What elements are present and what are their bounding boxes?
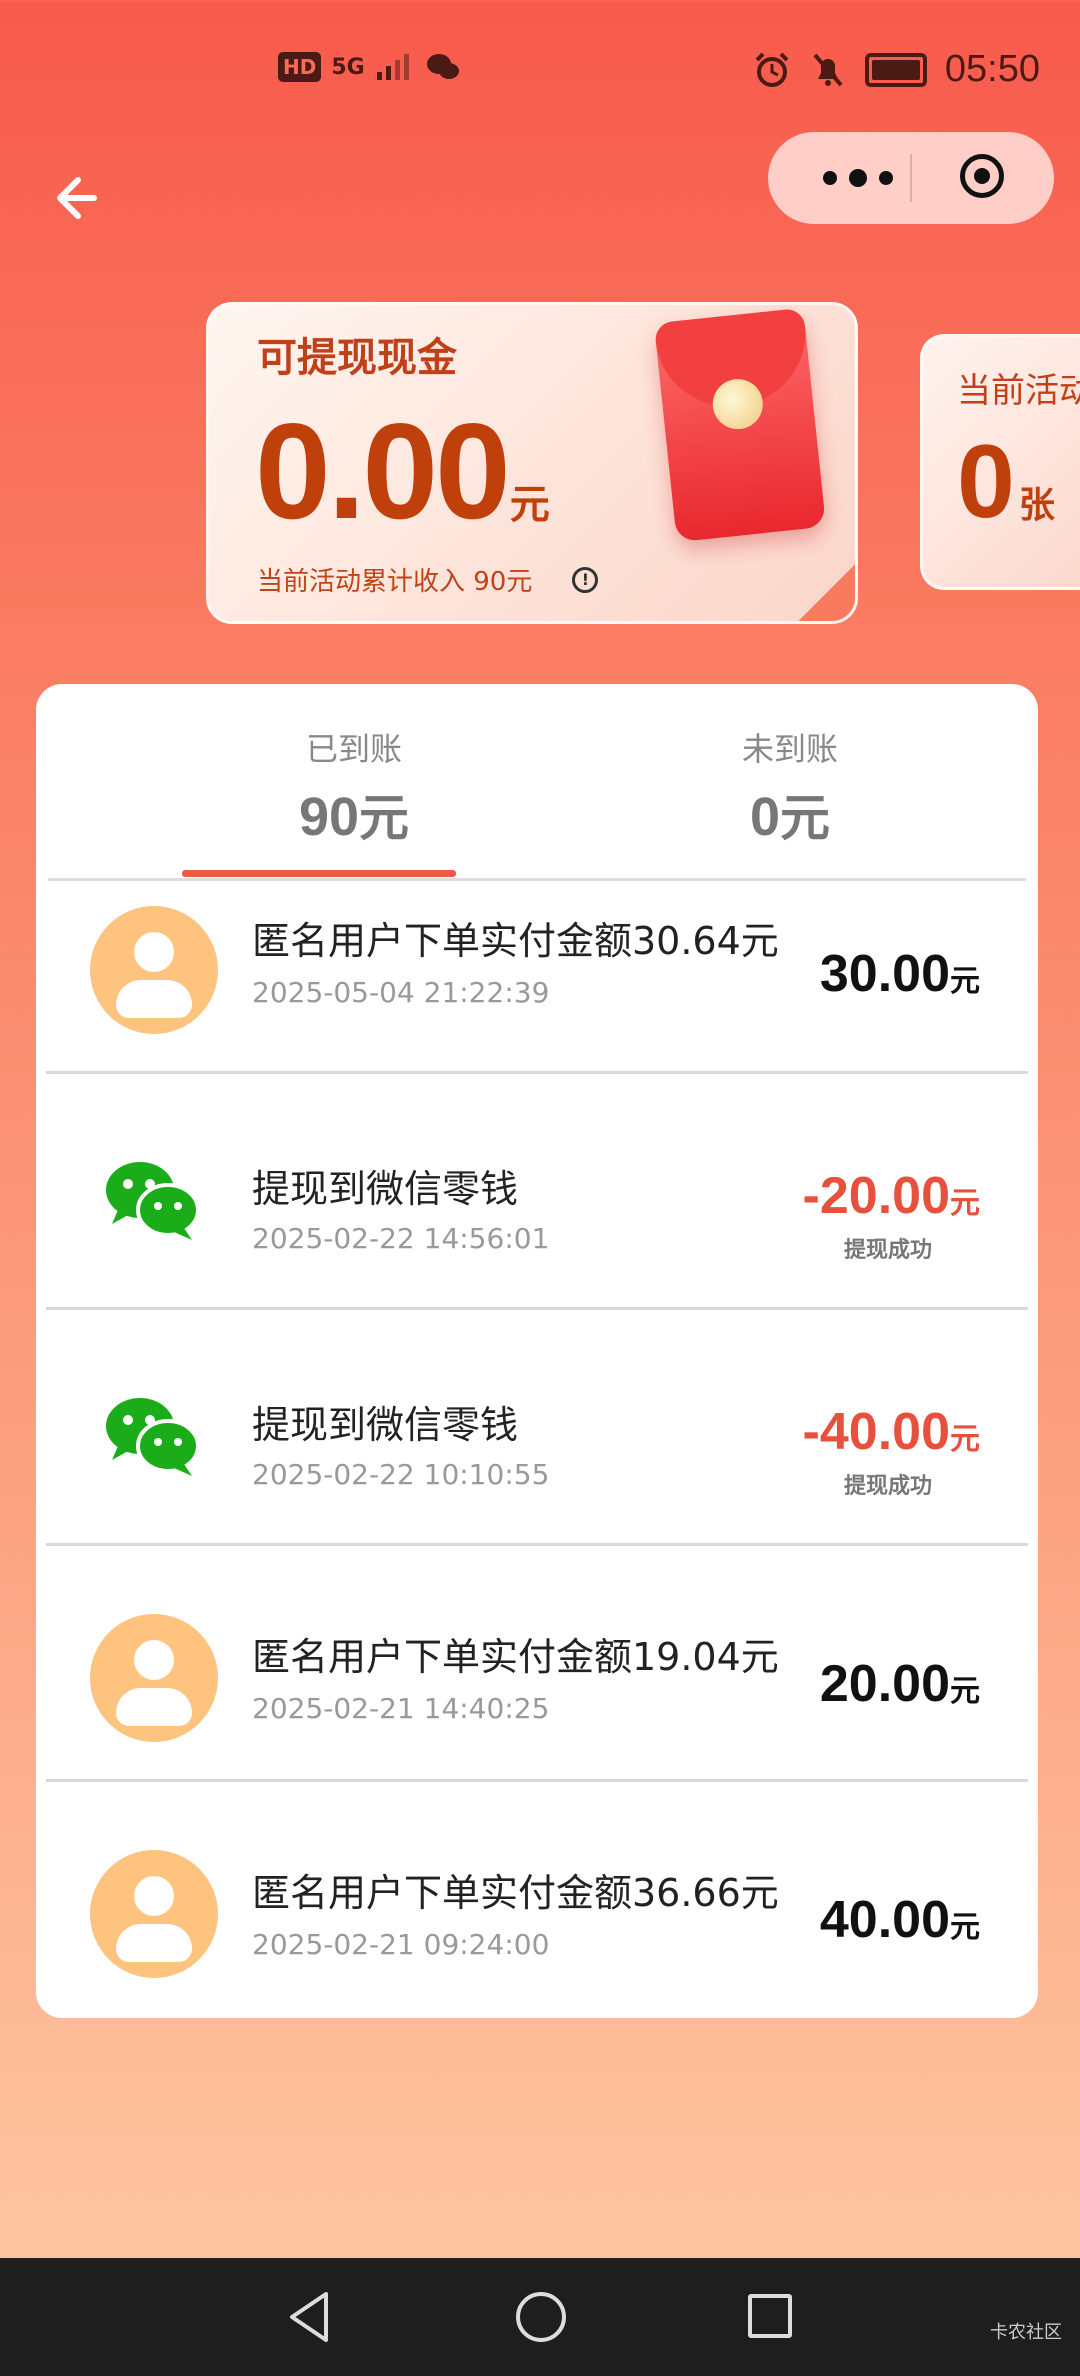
transaction-date: 2025-02-22 14:56:01 [252, 1222, 550, 1255]
nav-recent-apps-icon[interactable] [748, 2294, 792, 2338]
alarm-icon [755, 52, 789, 87]
transaction-amount: 30.00元 [820, 944, 980, 1004]
wechat-status-icon [426, 54, 459, 79]
tab-amount: 0 [749, 787, 781, 847]
status-right: 05:50 [753, 48, 1040, 91]
coupon-unit: 张 [1018, 484, 1055, 525]
wechat-icon [106, 1398, 200, 1476]
transaction-amount: -40.00元 [803, 1402, 980, 1462]
tab-pending[interactable]: 未到账 0元 [640, 724, 940, 850]
user-avatar-icon [90, 906, 218, 1034]
amount-value: 20.00 [819, 1655, 950, 1713]
coupon-value: 0张 [957, 423, 1055, 542]
watermark: 卡农社区 [990, 2322, 1062, 2343]
card-corner-cut [798, 564, 855, 621]
transaction-title: 匿名用户下单实付金额30.64元 [252, 919, 779, 963]
cumulative-income: 当前活动累计收入 90元 ! [257, 561, 599, 598]
coupon-count: 0 [957, 424, 1015, 540]
tab-arrived[interactable]: 已到账 90元 [204, 724, 504, 850]
nav-back-icon[interactable] [282, 2288, 340, 2346]
transaction-amount: 40.00元 [820, 1890, 980, 1950]
transaction-title: 匿名用户下单实付金额36.66元 [252, 1871, 779, 1915]
wechat-icon [106, 1162, 200, 1240]
list-item[interactable]: 匿名用户下单实付金额19.04元 2025-02-21 14:40:25 20.… [46, 1546, 1028, 1782]
user-avatar-icon [90, 1850, 218, 1978]
status-left: HD 5G [278, 52, 461, 82]
battery-icon [864, 52, 927, 87]
more-dot-icon [879, 171, 893, 185]
list-item[interactable]: 匿名用户下单实付金额30.64元 2025-05-04 21:22:39 30.… [46, 880, 1028, 1074]
transaction-list: 匿名用户下单实付金额30.64元 2025-05-04 21:22:39 30.… [46, 880, 1028, 2018]
more-dot-icon [849, 169, 867, 187]
network-label: 5G [331, 54, 365, 80]
tab-value: 0元 [640, 778, 940, 850]
capsule-divider [910, 154, 912, 202]
transaction-date: 2025-05-04 21:22:39 [252, 976, 550, 1009]
transaction-amount: -20.00元 [803, 1166, 980, 1226]
cash-title: 可提现现金 [257, 335, 457, 381]
clock: 05:50 [944, 48, 1040, 90]
transaction-amount: 20.00元 [820, 1654, 980, 1714]
tab-unit: 元 [359, 789, 410, 847]
transaction-date: 2025-02-21 09:24:00 [252, 1928, 550, 1961]
tab-amount: 90 [298, 787, 360, 847]
transaction-title: 提现到微信零钱 [252, 1167, 519, 1211]
active-tab-indicator [182, 870, 456, 877]
tab-label: 已到账 [305, 730, 402, 768]
system-nav-bar: 卡农社区 [0, 2258, 1080, 2376]
back-arrow-icon[interactable] [52, 168, 112, 228]
signal-icon [376, 54, 409, 80]
mute-bell-icon [813, 53, 843, 86]
user-avatar-icon [90, 1614, 218, 1742]
cash-amount-value: 0.00 [255, 395, 511, 547]
status-bar: HD 5G 05:50 [0, 0, 1080, 150]
transaction-date: 2025-02-22 10:10:55 [252, 1458, 550, 1491]
list-item[interactable]: 匿名用户下单实付金额36.66元 2025-02-21 09:24:00 40.… [46, 1782, 1028, 2018]
amount-value: 30.00 [819, 945, 950, 1003]
cash-amount: 0.00元 [255, 393, 550, 549]
tab-value: 90元 [204, 778, 504, 850]
close-miniprogram-icon[interactable] [960, 154, 1004, 198]
amount-unit: 元 [950, 1674, 980, 1709]
amount-value: -40.00 [802, 1403, 950, 1461]
info-icon[interactable]: ! [572, 566, 599, 593]
miniprogram-capsule [768, 132, 1054, 224]
status-label: 提现成功 [843, 1474, 932, 1499]
amount-value: -20.00 [802, 1167, 950, 1225]
withdrawable-cash-card: 可提现现金 0.00元 当前活动累计收入 90元 ! [206, 302, 858, 624]
red-envelope-icon [653, 307, 827, 543]
amount-unit: 元 [950, 964, 980, 999]
tab-bar: 已到账 90元 未到账 0元 [36, 684, 1038, 881]
transactions-card: 已到账 90元 未到账 0元 匿名用户下单实付金额30.64元 2025-05-… [36, 684, 1038, 2018]
tab-unit: 元 [780, 789, 831, 847]
transaction-date: 2025-02-21 14:40:25 [252, 1692, 550, 1725]
amount-unit: 元 [950, 1186, 980, 1221]
more-menu-button[interactable] [808, 156, 908, 200]
amount-value: 40.00 [819, 1891, 950, 1949]
more-dot-icon [823, 171, 837, 185]
cash-unit: 元 [509, 483, 550, 527]
list-item[interactable]: 提现到微信零钱 2025-02-22 10:10:55 -40.00元 提现成功 [46, 1310, 1028, 1546]
list-item[interactable]: 提现到微信零钱 2025-02-22 14:56:01 -20.00元 提现成功 [46, 1074, 1028, 1310]
amount-unit: 元 [950, 1910, 980, 1945]
nav-home-icon[interactable] [516, 2292, 566, 2342]
status-label: 提现成功 [843, 1238, 932, 1263]
transaction-title: 匿名用户下单实付金额19.04元 [252, 1635, 779, 1679]
cumulative-income-text: 当前活动累计收入 90元 [257, 567, 533, 597]
hd-badge: HD [278, 52, 322, 82]
tab-label: 未到账 [741, 730, 838, 768]
coupon-title: 当前活动 [957, 371, 1080, 411]
activity-coupon-card[interactable]: 当前活动 0张 [920, 334, 1080, 590]
amount-unit: 元 [950, 1422, 980, 1457]
transaction-title: 提现到微信零钱 [252, 1403, 519, 1447]
